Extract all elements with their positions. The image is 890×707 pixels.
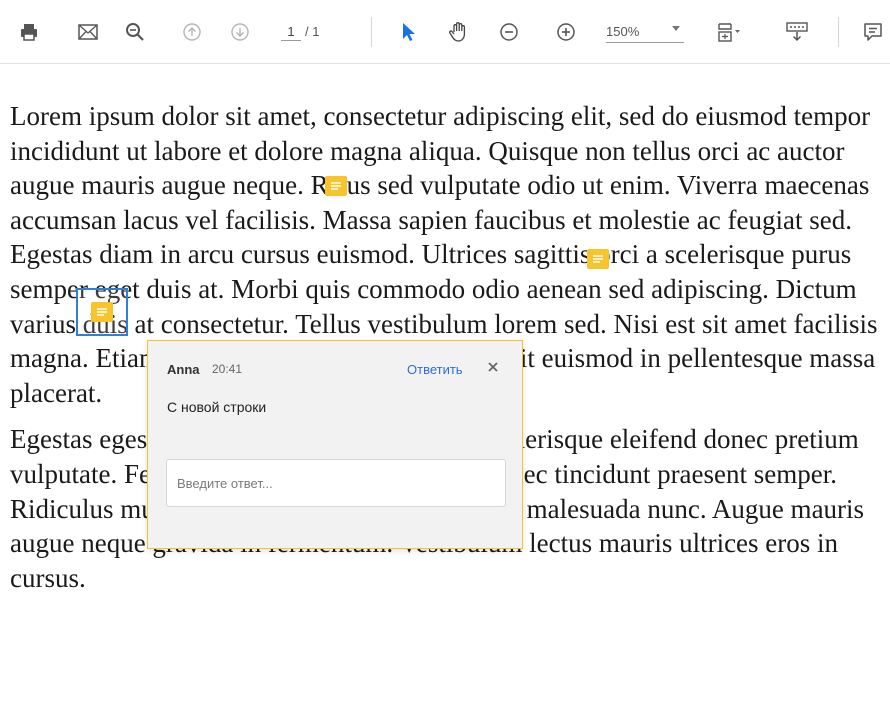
zoom-out-icon[interactable]: [498, 21, 520, 43]
sticky-note-marker-selected[interactable]: [76, 288, 128, 336]
zoom-in-icon[interactable]: [555, 21, 577, 43]
zoom-dropdown[interactable]: 150%: [606, 20, 684, 43]
close-icon[interactable]: [485, 359, 501, 375]
toolbar-divider: [371, 17, 372, 47]
comment-author: Anna: [167, 362, 200, 377]
note-icon: [587, 249, 609, 269]
scroll-mode-icon[interactable]: [784, 21, 810, 43]
comment-icon[interactable]: [862, 21, 884, 43]
toolbar-divider: [838, 17, 839, 47]
page-total: / 1: [305, 24, 320, 39]
page-down-icon[interactable]: [229, 21, 251, 43]
reply-button[interactable]: Ответить: [407, 362, 463, 377]
comment-popup: Anna 20:41 Ответить С новой строки: [147, 340, 523, 549]
toolbar: / 1 150%: [0, 0, 890, 64]
print-icon[interactable]: [18, 21, 40, 43]
comment-time: 20:41: [212, 362, 243, 376]
select-cursor-icon[interactable]: [397, 21, 419, 43]
mail-icon[interactable]: [77, 21, 99, 43]
sticky-note-marker[interactable]: [323, 173, 349, 199]
search-zoom-icon[interactable]: [124, 21, 146, 43]
page-up-icon[interactable]: [181, 21, 203, 43]
zoom-value: 150%: [606, 24, 640, 39]
page-number-input[interactable]: [281, 22, 301, 41]
chevron-down-icon: [672, 26, 680, 31]
comment-text: С новой строки: [167, 399, 267, 415]
note-icon: [91, 302, 113, 322]
note-icon: [325, 176, 347, 196]
reply-input[interactable]: [166, 459, 506, 507]
fit-page-icon[interactable]: [716, 21, 744, 43]
sticky-note-marker[interactable]: [585, 246, 611, 272]
hand-tool-icon[interactable]: [448, 21, 470, 43]
